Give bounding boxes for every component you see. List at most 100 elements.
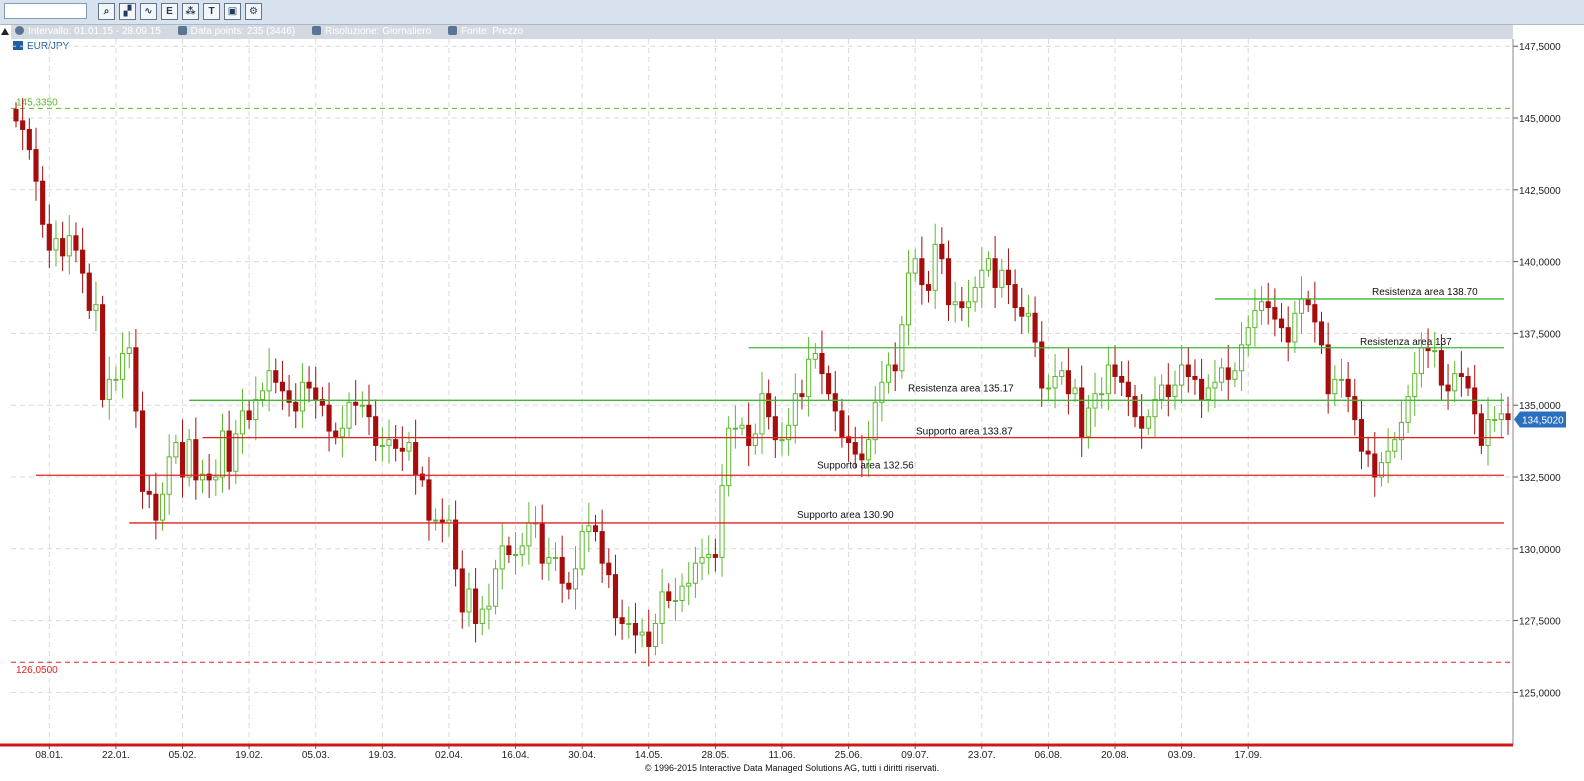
candle-body [1372,453,1378,478]
candle-body [1212,381,1218,389]
support-label: Supporto area 130.90 [797,510,894,521]
candle-body [992,258,998,288]
candle-body [1112,364,1118,377]
candle-body [952,301,958,306]
candle-body [1445,384,1451,392]
candle-body [1392,439,1398,452]
candle-body [299,381,305,412]
candle-body [66,235,72,257]
candle-body [885,364,892,383]
candle-body [806,358,812,398]
candle-body [1039,341,1045,389]
candle-body [1458,373,1464,377]
candle-body [146,490,152,495]
candle-body [366,404,372,418]
candle-body [999,269,1005,288]
candle-body [159,493,166,521]
candle-body [659,591,665,624]
candle-body [692,562,698,584]
candle-body [1432,350,1438,353]
candle-body [546,556,552,564]
candle-body [1019,307,1025,317]
candle-body [433,519,439,522]
candle-body [373,416,379,446]
candle-body [1005,269,1012,286]
candle-body [1265,301,1271,309]
candle-body [1152,398,1158,418]
candle-body [792,393,798,426]
candle-body [1358,419,1365,452]
candle-body [612,574,619,619]
x-tick-label: 25.06. [835,750,863,761]
candle-body [686,582,692,587]
candle-body [93,304,99,311]
candle-body [726,427,732,487]
candle-body [253,398,259,421]
candle-body [1059,370,1065,377]
candle-body [86,272,92,311]
candle-body [126,347,132,355]
candle-body [333,430,339,438]
candle-body [1119,375,1125,383]
candle-body [879,381,885,403]
candle-body [1245,327,1251,346]
candle-body [979,269,985,288]
candle-body [959,301,965,309]
x-tick-label: 05.03. [302,750,330,761]
candle-body [1239,344,1245,372]
candle-body [413,442,419,475]
candle-body [406,442,412,452]
candle-body [486,605,492,610]
candle-body [1099,393,1105,396]
candle-body [859,453,865,461]
candle-body [632,622,639,636]
candle-body [326,404,332,432]
candle-body [512,554,519,557]
candle-body [359,404,365,407]
candle-body [932,243,938,291]
candle-body [233,433,239,472]
candle-body [100,304,106,400]
candle-body [379,444,385,447]
candle-body [13,108,19,122]
candle-body [826,373,832,395]
candle-body [566,582,572,590]
candle-body [1338,378,1345,381]
candle-body [173,442,179,458]
candle-body [139,410,146,492]
candle-body [872,401,878,441]
candle-body [519,545,525,556]
candle-body [606,562,612,576]
candle-body [506,545,512,556]
price-chart[interactable]: 147,5000 145,0000 142,5000 140,0000 137,5000… [0,0,1584,781]
x-tick-label: 02.04. [435,750,463,761]
candle-body [80,249,86,274]
x-tick-label: 06.08. [1035,750,1063,761]
candle-body [672,599,678,602]
y-tick-label: 127,5000 [1519,617,1561,628]
candle-body [306,381,312,389]
candle-body [1272,307,1278,320]
candle-body [179,442,186,478]
candle-body [1172,384,1178,398]
candle-body [33,149,39,182]
candle-body [459,568,465,613]
candle-body [73,235,79,251]
candle-body [353,401,359,406]
candle-body [120,353,126,380]
candle-body [1219,367,1225,383]
candle-body [239,410,246,435]
candle-body [186,439,192,478]
candle-body [26,128,32,151]
candle-body [1252,309,1258,329]
candle-body [339,427,345,438]
x-tick-label: 11.06. [768,750,795,761]
candle-body [53,238,59,251]
candle-body [1159,384,1165,400]
candle-body [539,522,545,564]
candle-body [1285,327,1291,343]
candle-body [772,416,778,441]
candle-body [1192,375,1198,380]
candle-body [552,556,559,559]
candle-body [1139,416,1145,429]
